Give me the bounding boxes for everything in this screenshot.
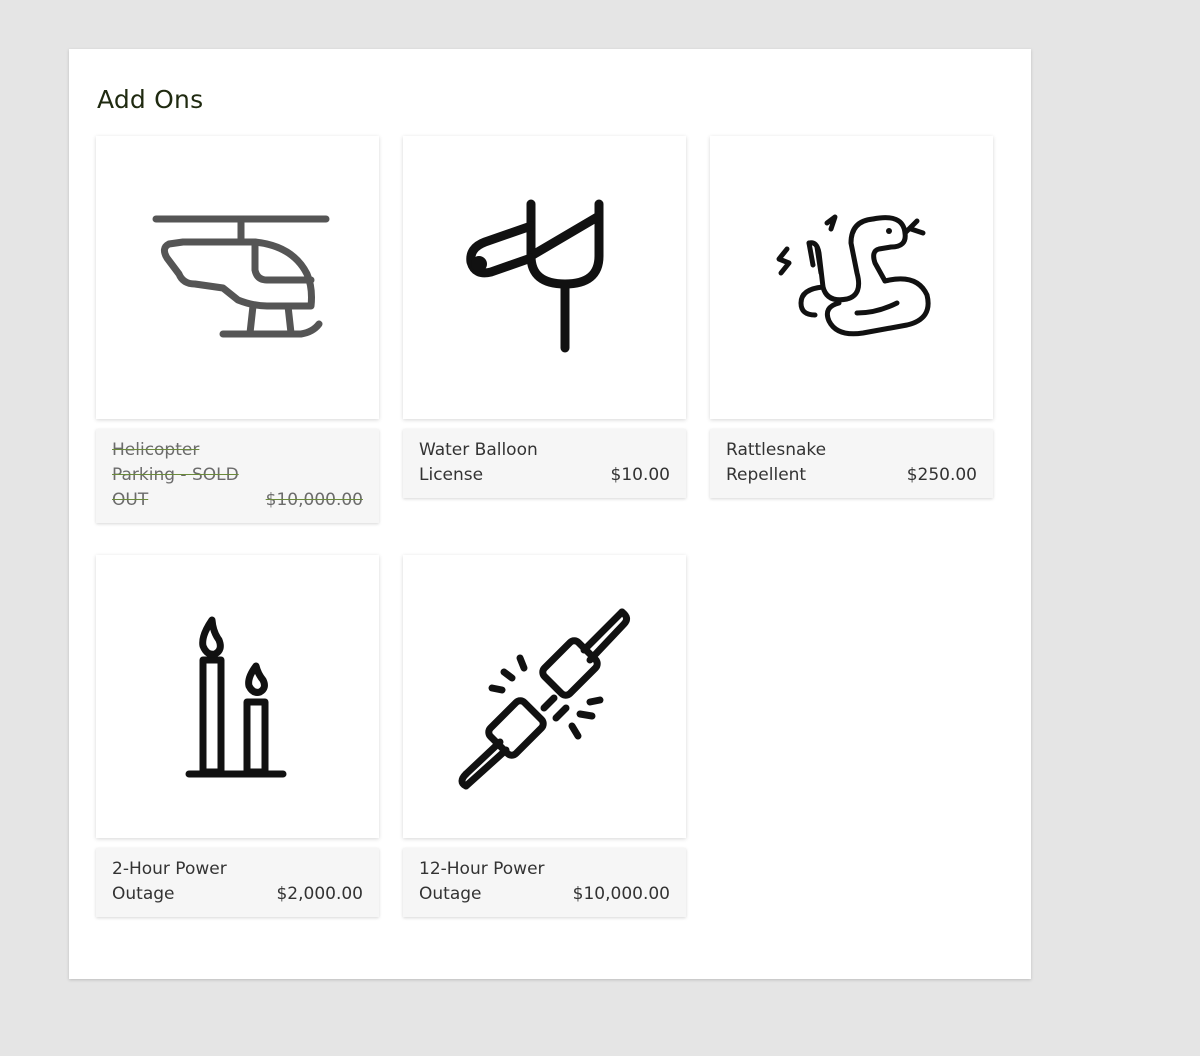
addon-image[interactable]	[403, 555, 686, 838]
addon-price: $2,000.00	[276, 884, 363, 904]
addon-image[interactable]	[96, 555, 379, 838]
addon-price: $10,000.00	[265, 490, 363, 510]
addon-price: $10,000.00	[572, 884, 670, 904]
addon-info[interactable]: Water Balloon License $10.00	[403, 429, 686, 498]
slingshot-icon	[465, 199, 603, 352]
addon-name: Rattlesnake Repellent	[726, 440, 827, 485]
addon-image[interactable]	[403, 136, 686, 419]
addon-card-water-balloon-license[interactable]: Water Balloon License $10.00	[403, 136, 686, 498]
addon-info[interactable]: Helicopter Parking - SOLD OUT $10,000.00	[96, 429, 379, 523]
addon-name: 2-Hour Power Outage	[112, 859, 227, 904]
candles-icon	[185, 616, 286, 777]
addon-card-12-hour-power-outage[interactable]: 12-Hour Power Outage $10,000.00	[403, 555, 686, 917]
addon-image[interactable]	[96, 136, 379, 419]
addon-card-rattlesnake-repellent[interactable]: Rattlesnake Repellent $250.00	[710, 136, 993, 498]
addon-card-helicopter-parking[interactable]: Helicopter Parking - SOLD OUT $10,000.00	[96, 136, 379, 523]
addon-name: 12-Hour Power Outage	[419, 859, 545, 904]
helicopter-icon	[152, 215, 329, 337]
addon-price: $250.00	[906, 465, 977, 485]
addon-name: Helicopter Parking - SOLD OUT	[112, 440, 239, 510]
addon-info[interactable]: 12-Hour Power Outage $10,000.00	[403, 848, 686, 917]
addon-price: $10.00	[610, 465, 670, 485]
addon-name: Water Balloon License	[419, 440, 538, 485]
rattlesnake-icon	[776, 214, 930, 336]
addon-image[interactable]	[710, 136, 993, 419]
add-ons-panel: Add Ons Helicopter Parking - SOLD OUT $1…	[69, 49, 1031, 979]
addon-info[interactable]: Rattlesnake Repellent $250.00	[710, 429, 993, 498]
addon-card-2-hour-power-outage[interactable]: 2-Hour Power Outage $2,000.00	[96, 555, 379, 917]
addon-info[interactable]: 2-Hour Power Outage $2,000.00	[96, 848, 379, 917]
section-title: Add Ons	[97, 85, 204, 114]
unplugged-cable-icon	[458, 608, 630, 789]
